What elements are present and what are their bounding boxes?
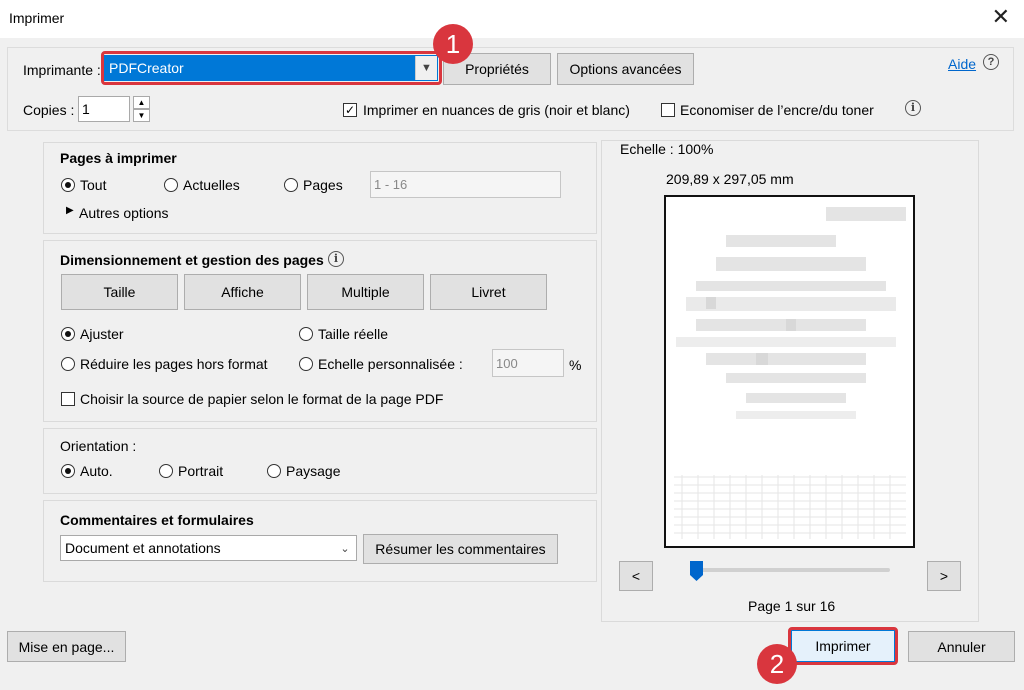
radio-auto-label: Auto.: [80, 463, 113, 479]
summarize-comments-button[interactable]: Résumer les commentaires: [363, 534, 558, 564]
radio-shrink-label: Réduire les pages hors format: [80, 356, 268, 372]
radio-fit-label: Ajuster: [80, 326, 124, 342]
radio-landscape-label: Paysage: [286, 463, 341, 479]
percent-sign: %: [569, 357, 582, 373]
prev-page-button[interactable]: <: [619, 561, 653, 591]
sizing-section-title: Dimensionnement et gestion des pages: [60, 252, 324, 268]
close-icon[interactable]: ✕: [992, 6, 1010, 28]
comments-section-title: Commentaires et formulaires: [60, 512, 254, 528]
page-counter: Page 1 sur 16: [748, 598, 836, 614]
expand-triangle-icon[interactable]: ▶: [66, 205, 74, 216]
chevron-down-icon[interactable]: ⌄: [334, 536, 356, 560]
copies-input[interactable]: 1: [78, 96, 130, 122]
blurred-page-content: [674, 207, 906, 539]
more-options-toggle[interactable]: Autres options: [79, 205, 169, 221]
radio-portrait[interactable]: [159, 464, 173, 478]
save-ink-label: Economiser de l’encre/du toner: [680, 102, 874, 118]
step-2-badge: 2: [757, 644, 797, 684]
printer-label: Imprimante :: [23, 62, 101, 78]
radio-current[interactable]: [164, 178, 178, 192]
radio-fit[interactable]: [61, 327, 75, 341]
grayscale-label: Imprimer en nuances de gris (noir et bla…: [363, 102, 630, 118]
page-slider-track[interactable]: [692, 568, 890, 572]
tab-multiple-label: Multiple: [341, 284, 390, 300]
custom-scale-input[interactable]: 100: [492, 349, 564, 377]
radio-custom-scale[interactable]: [299, 357, 313, 371]
cancel-button[interactable]: Annuler: [908, 631, 1015, 662]
radio-actual-size[interactable]: [299, 327, 313, 341]
radio-custom-scale-label: Echelle personnalisée :: [318, 356, 463, 372]
step-1-badge: 1: [433, 24, 473, 64]
radio-current-label: Actuelles: [183, 177, 240, 193]
radio-auto[interactable]: [61, 464, 75, 478]
page-range-input[interactable]: 1 - 16: [370, 171, 561, 198]
print-dialog: Imprimer ✕ Imprimante : PDFCreator ▼ Pro…: [0, 0, 1024, 690]
comments-select[interactable]: Document et annotations ⌄: [60, 535, 357, 561]
tab-size[interactable]: Taille: [61, 274, 178, 310]
radio-portrait-label: Portrait: [178, 463, 224, 479]
title-bar: Imprimer ✕: [0, 0, 1024, 38]
radio-all-label: Tout: [80, 177, 107, 193]
copies-decrement-icon[interactable]: ▼: [133, 109, 150, 122]
preview-scale: Echelle : 100%: [620, 141, 714, 157]
radio-pages[interactable]: [284, 178, 298, 192]
help-link[interactable]: Aide: [948, 56, 976, 72]
copies-label: Copies :: [23, 102, 75, 118]
page-preview: [664, 195, 915, 548]
tab-poster[interactable]: Affiche: [184, 274, 301, 310]
comments-selected-value: Document et annotations: [65, 540, 221, 556]
preview-dimensions: 209,89 x 297,05 mm: [666, 171, 794, 187]
tab-booklet-label: Livret: [471, 284, 506, 300]
grayscale-checkbox[interactable]: ✓: [343, 103, 357, 117]
radio-shrink[interactable]: [61, 357, 75, 371]
pages-section-title: Pages à imprimer: [60, 150, 177, 166]
radio-pages-label: Pages: [303, 177, 343, 193]
print-highlight-box: [788, 627, 898, 665]
tab-size-label: Taille: [103, 284, 136, 300]
tab-booklet[interactable]: Livret: [430, 274, 547, 310]
radio-all[interactable]: [61, 178, 75, 192]
copies-increment-icon[interactable]: ▲: [133, 96, 150, 109]
paper-source-checkbox[interactable]: [61, 392, 75, 406]
radio-landscape[interactable]: [267, 464, 281, 478]
orientation-title: Orientation :: [60, 438, 137, 454]
advanced-options-button[interactable]: Options avancées: [557, 53, 694, 85]
copies-value: 1: [82, 101, 90, 117]
sizing-info-icon[interactable]: i: [328, 251, 344, 267]
tab-multiple[interactable]: Multiple: [307, 274, 424, 310]
save-ink-checkbox[interactable]: [661, 103, 675, 117]
page-setup-button[interactable]: Mise en page...: [7, 631, 126, 662]
radio-actual-size-label: Taille réelle: [318, 326, 389, 342]
next-page-button[interactable]: >: [927, 561, 961, 591]
tab-poster-label: Affiche: [221, 284, 264, 300]
info-icon[interactable]: i: [905, 100, 921, 116]
help-icon[interactable]: ?: [983, 54, 999, 70]
paper-source-label: Choisir la source de papier selon le for…: [80, 391, 444, 407]
printer-highlight-box: [101, 51, 442, 85]
window-title: Imprimer: [9, 10, 65, 26]
